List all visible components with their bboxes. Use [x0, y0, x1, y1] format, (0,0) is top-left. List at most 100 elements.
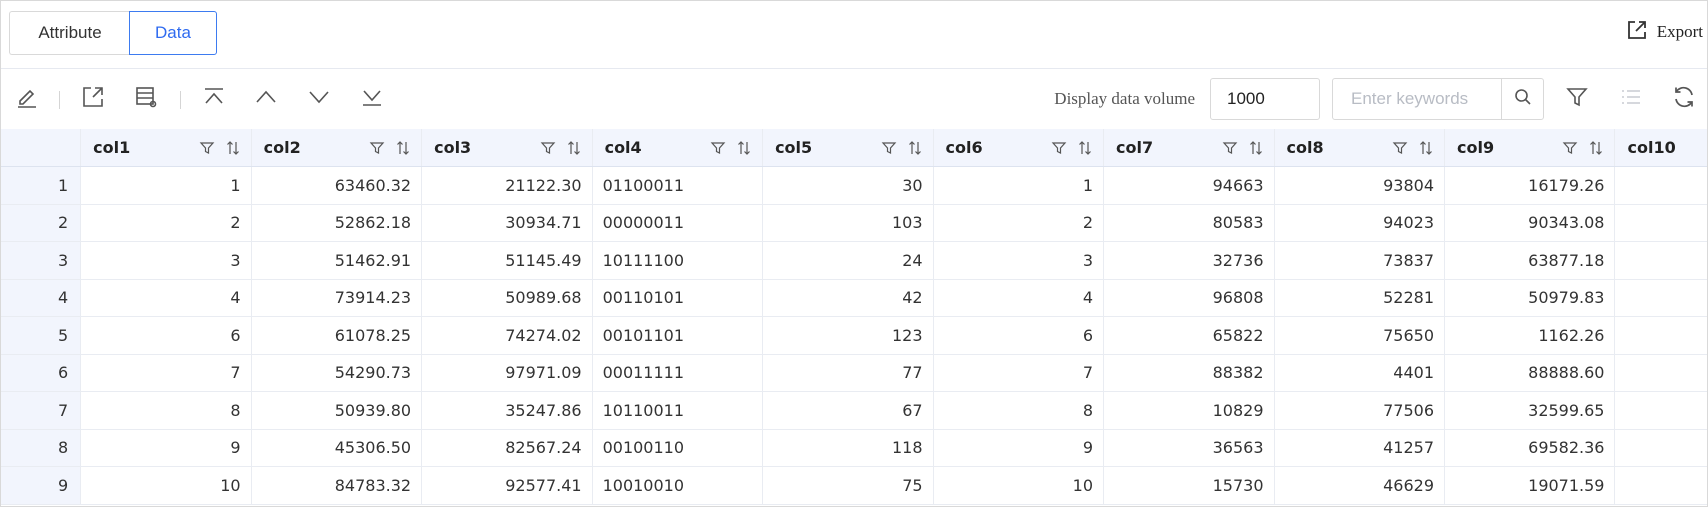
table-cell[interactable]: 42 [762, 279, 934, 317]
column-header-col10[interactable]: col10 [1614, 129, 1707, 167]
table-cell[interactable]: 73914.23 [251, 279, 423, 317]
table-cell[interactable]: 92577.41 [421, 466, 593, 505]
table-cell[interactable]: 73837 [1274, 241, 1446, 280]
table-cell[interactable]: 00100110 [592, 429, 764, 467]
table-cell[interactable]: 24 [762, 241, 934, 280]
table-cell[interactable]: 88888.60 [1444, 354, 1616, 392]
table-cell[interactable]: 7 [80, 354, 252, 392]
table-cell[interactable]: 30 [762, 166, 934, 205]
table-cell[interactable]: 588 [1614, 204, 1707, 242]
table-cell[interactable]: 41257 [1274, 429, 1446, 467]
column-header-col9[interactable]: col9 [1444, 129, 1616, 167]
sort-icon[interactable] [225, 140, 241, 156]
column-header-col4[interactable]: col4 [592, 129, 764, 167]
filter-icon[interactable] [881, 140, 897, 156]
table-cell[interactable]: 77506 [1274, 391, 1446, 430]
sort-icon[interactable] [566, 140, 582, 156]
column-header-col3[interactable]: col3 [421, 129, 593, 167]
table-cell[interactable]: 10110011 [592, 391, 764, 430]
table-cell[interactable]: 19071.59 [1444, 466, 1616, 505]
filter-icon[interactable] [199, 140, 215, 156]
table-cell[interactable]: 8 [933, 391, 1105, 430]
column-header-col6[interactable]: col6 [933, 129, 1105, 167]
move-up-button[interactable] [252, 85, 280, 113]
table-row[interactable]: 9 10 84783.32 92577.41 10010010 75 10 15730 4662… [1, 466, 1707, 505]
table-cell[interactable]: 3 [80, 241, 252, 280]
sort-icon[interactable] [1588, 140, 1604, 156]
table-cell[interactable]: 65822 [1103, 316, 1275, 355]
table-cell[interactable]: 00000011 [592, 204, 764, 242]
table-cell[interactable]: 10 [80, 466, 252, 505]
table-cell[interactable]: 74274.02 [421, 316, 593, 355]
table-cell[interactable]: 4401 [1274, 354, 1446, 392]
table-cell[interactable]: 00011111 [592, 354, 764, 392]
table-cell[interactable]: 51145.49 [421, 241, 593, 280]
table-cell[interactable]: 00101101 [592, 316, 764, 355]
table-cell[interactable]: 96808 [1103, 279, 1275, 317]
list-button[interactable] [1617, 85, 1645, 113]
table-cell[interactable]: 50989.68 [421, 279, 593, 317]
table-cell[interactable]: 32736 [1103, 241, 1275, 280]
move-bottom-button[interactable] [358, 85, 386, 113]
filter-icon[interactable] [710, 140, 726, 156]
table-cell[interactable]: 35247.86 [421, 391, 593, 430]
filter-button[interactable] [1563, 85, 1591, 113]
table-cell[interactable]: 1 [933, 166, 1105, 205]
table-row[interactable]: 1 1 63460.32 21122.30 01100011 30 1 94663 93804 1… [1, 166, 1707, 205]
table-cell[interactable]: 88382 [1103, 354, 1275, 392]
sort-icon[interactable] [1248, 140, 1264, 156]
table-cell[interactable]: 94663 [1103, 166, 1275, 205]
table-cell[interactable]: 82567.24 [421, 429, 593, 467]
table-cell[interactable]: 46629 [1274, 466, 1446, 505]
tab-attribute[interactable]: Attribute [9, 11, 130, 55]
edit-button[interactable] [13, 85, 41, 113]
table-cell[interactable]: 348 [1614, 429, 1707, 467]
sort-icon[interactable] [736, 140, 752, 156]
table-cell[interactable]: 90343.08 [1444, 204, 1616, 242]
table-row[interactable]: 8 9 45306.50 82567.24 00100110 118 9 36563 41257… [1, 429, 1707, 467]
table-cell[interactable]: 2 [80, 204, 252, 242]
table-cell[interactable]: 45306.50 [251, 429, 423, 467]
open-external-button[interactable] [79, 85, 107, 113]
table-cell[interactable]: 93804 [1274, 166, 1446, 205]
display-volume-input[interactable] [1210, 78, 1320, 120]
table-cell[interactable]: 69582.36 [1444, 429, 1616, 467]
column-header-col1[interactable]: col1 [80, 129, 252, 167]
table-cell[interactable]: 2 [933, 204, 1105, 242]
table-cell[interactable]: 77 [762, 354, 934, 392]
table-cell[interactable]: 75650 [1274, 316, 1446, 355]
table-cell[interactable]: 540 [1614, 166, 1707, 205]
table-cell[interactable]: 21122.30 [421, 166, 593, 205]
column-header-col8[interactable]: col8 [1274, 129, 1446, 167]
column-header-col7[interactable]: col7 [1103, 129, 1275, 167]
table-row[interactable]: 6 7 54290.73 97971.09 00011111 77 7 88382 4401 88… [1, 354, 1707, 392]
table-cell[interactable]: 67 [762, 391, 934, 430]
table-cell[interactable]: 54290.73 [251, 354, 423, 392]
table-row[interactable]: 7 8 50939.80 35247.86 10110011 67 8 10829 77506 3… [1, 391, 1707, 430]
filter-icon[interactable] [369, 140, 385, 156]
table-cell[interactable]: 123 [762, 316, 934, 355]
table-cell[interactable]: 30934.71 [421, 204, 593, 242]
sort-icon[interactable] [907, 140, 923, 156]
table-cell[interactable]: 7 [933, 354, 1105, 392]
table-cell[interactable]: 8 [80, 391, 252, 430]
table-cell[interactable]: 3 [933, 241, 1105, 280]
table-cell[interactable]: 51462.91 [251, 241, 423, 280]
table-cell[interactable]: 61078.25 [251, 316, 423, 355]
table-cell[interactable]: 94023 [1274, 204, 1446, 242]
table-cell[interactable]: 36563 [1103, 429, 1275, 467]
table-row[interactable]: 5 6 61078.25 74274.02 00101101 123 6 65822 75650… [1, 316, 1707, 355]
filter-icon[interactable] [1051, 140, 1067, 156]
refresh-button[interactable] [1670, 85, 1698, 113]
sort-icon[interactable] [395, 140, 411, 156]
export-button[interactable]: Export [1625, 17, 1703, 47]
sort-icon[interactable] [1418, 140, 1434, 156]
table-cell[interactable]: 4 [933, 279, 1105, 317]
table-cell[interactable]: 50939.80 [251, 391, 423, 430]
table-cell[interactable]: 6 [80, 316, 252, 355]
table-cell[interactable]: 9 [933, 429, 1105, 467]
table-cell[interactable]: 361 [1614, 466, 1707, 505]
table-cell[interactable]: 84783.32 [251, 466, 423, 505]
table-cell[interactable]: 6 [933, 316, 1105, 355]
table-cell[interactable]: 97971.09 [421, 354, 593, 392]
